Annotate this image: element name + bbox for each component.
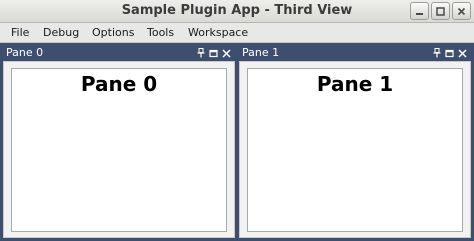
minimize-icon xyxy=(416,12,423,15)
pane-1-body: Pane 1 xyxy=(239,61,471,238)
pane-0-pin-button[interactable] xyxy=(196,48,206,58)
close-icon xyxy=(457,48,467,58)
pane-0-label: Pane 0 xyxy=(80,72,158,96)
pane-1-close-button[interactable] xyxy=(457,48,467,58)
menu-tools[interactable]: Tools xyxy=(147,26,174,39)
menubar: File Debug Options Tools Workspace xyxy=(0,23,474,43)
maximize-icon xyxy=(436,6,445,16)
pane-1-title: Pane 1 xyxy=(242,46,280,59)
pane-1-canvas[interactable]: Pane 1 xyxy=(247,68,463,232)
menu-options[interactable]: Options xyxy=(92,26,134,39)
pane-0: Pane 0 Pane 0 xyxy=(3,45,235,238)
pane-0-close-button[interactable] xyxy=(221,48,231,58)
pane-0-float-button[interactable] xyxy=(208,48,218,58)
float-icon xyxy=(444,49,454,57)
menu-workspace[interactable]: Workspace xyxy=(188,26,248,39)
pin-icon xyxy=(197,48,205,58)
window-title: Sample Plugin App - Third View xyxy=(121,3,353,18)
pane-0-title: Pane 0 xyxy=(6,46,44,59)
pin-icon xyxy=(433,48,441,58)
menu-debug[interactable]: Debug xyxy=(43,26,79,39)
dock-area: Pane 0 Pane 0 Pane 1 Pane 1 xyxy=(0,43,474,241)
pane-1-float-button[interactable] xyxy=(444,48,454,58)
float-icon xyxy=(208,49,218,57)
pane-1-header[interactable]: Pane 1 xyxy=(239,45,471,61)
pane-0-body: Pane 0 xyxy=(3,61,235,238)
pane-0-header[interactable]: Pane 0 xyxy=(3,45,235,61)
window-titlebar[interactable]: Sample Plugin App - Third View xyxy=(0,0,474,23)
window-close-button[interactable] xyxy=(452,2,471,20)
pane-1: Pane 1 Pane 1 xyxy=(239,45,471,238)
pane-1-label: Pane 1 xyxy=(316,72,394,96)
pane-0-canvas[interactable]: Pane 0 xyxy=(11,68,227,232)
close-icon xyxy=(221,48,231,58)
menu-file[interactable]: File xyxy=(11,26,29,39)
close-icon xyxy=(457,7,466,15)
maximize-button[interactable] xyxy=(431,2,450,20)
pane-1-pin-button[interactable] xyxy=(432,48,442,58)
minimize-button[interactable] xyxy=(410,2,429,20)
